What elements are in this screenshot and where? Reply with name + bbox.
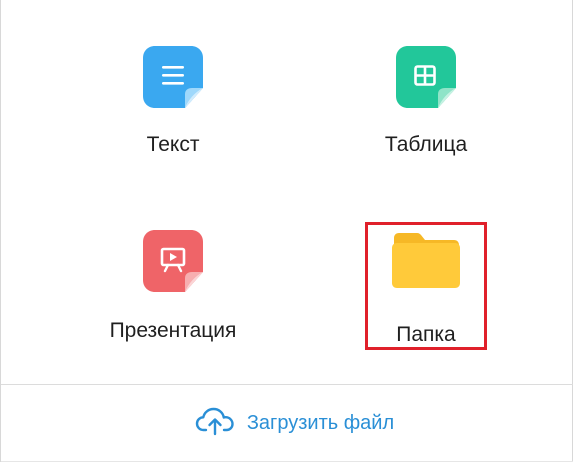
- presentation-icon: [141, 228, 205, 299]
- create-menu-sheet: Текст Таблица Презентация Папка Загрузит…: [0, 0, 573, 462]
- upload-file-button[interactable]: Загрузить файл: [1, 385, 573, 462]
- create-text-document-button[interactable]: Текст: [88, 44, 258, 157]
- folder-label: Папка: [396, 323, 456, 346]
- upload-file-label: Загрузить файл: [246, 412, 395, 434]
- spreadsheet-label: Таблица: [384, 133, 468, 156]
- folder-icon: [390, 232, 462, 295]
- text-document-icon: [141, 44, 205, 115]
- presentation-label: Презентация: [109, 319, 237, 342]
- create-folder-button[interactable]: Папка: [365, 222, 487, 350]
- cloud-upload-icon: [195, 406, 235, 441]
- create-spreadsheet-button[interactable]: Таблица: [341, 44, 511, 157]
- create-presentation-button[interactable]: Презентация: [81, 228, 265, 343]
- upload-file-content: Загрузить файл: [195, 406, 394, 441]
- spreadsheet-icon: [394, 44, 458, 115]
- text-document-label: Текст: [146, 133, 200, 156]
